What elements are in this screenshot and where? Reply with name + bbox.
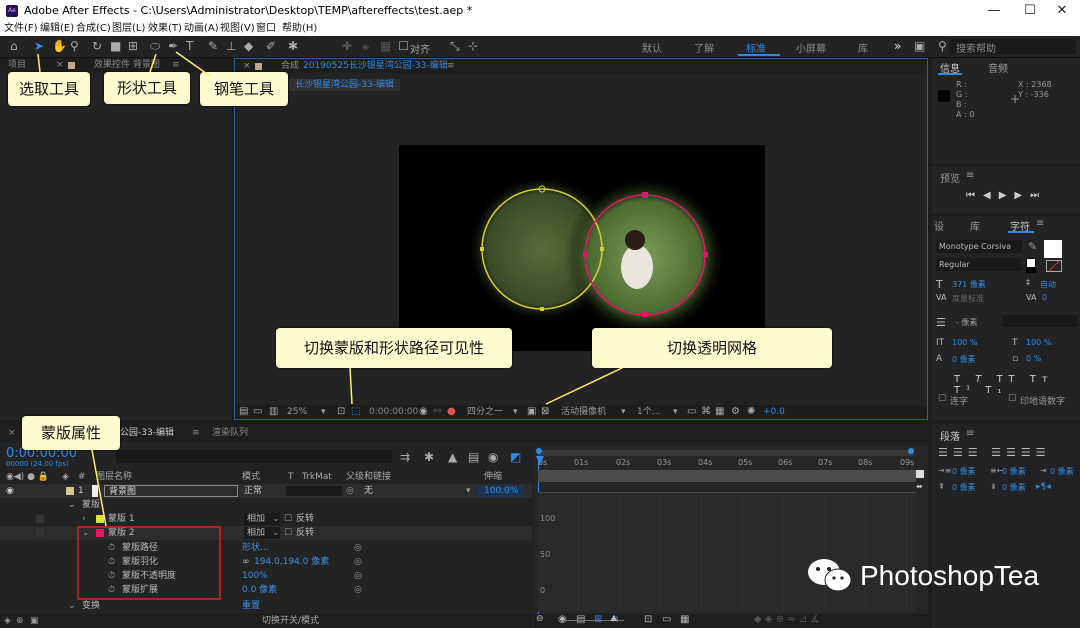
pointer-shape [149, 53, 157, 73]
mask-props-highlight-box [77, 526, 221, 600]
callout-pointer-lines [37, 51, 623, 600]
pointer-select [37, 53, 41, 73]
pointer-grid-toggle [545, 367, 623, 405]
pointer-mask-props [91, 449, 107, 527]
wechat-logo-icon [806, 556, 854, 596]
pointer-mask-toggle [349, 367, 353, 405]
watermark-text: PhotoshopTea [860, 560, 1040, 591]
pointer-pen [175, 51, 211, 77]
